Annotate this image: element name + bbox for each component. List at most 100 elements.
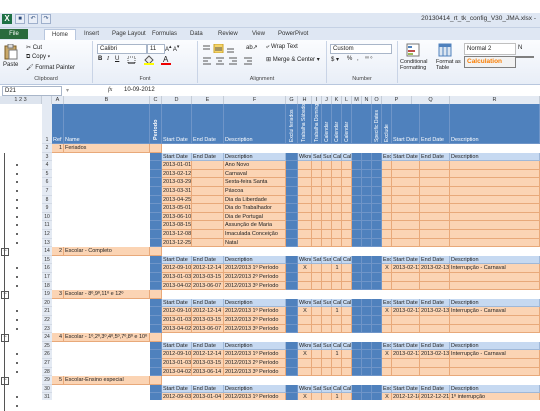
end-date-2-cell[interactable] bbox=[420, 187, 450, 196]
start-date-2-cell[interactable] bbox=[392, 178, 420, 187]
subheader-calendar-2[interactable]: Cal bbox=[342, 298, 352, 308]
periodo-band-cell[interactable] bbox=[150, 152, 162, 162]
start-date-cell[interactable]: 2012-09-03 bbox=[162, 393, 192, 400]
exclude-cell[interactable] bbox=[382, 281, 392, 291]
specific-band-cell[interactable] bbox=[372, 350, 382, 359]
periodo-band-cell[interactable] bbox=[150, 161, 162, 170]
calendar-band-cell[interactable] bbox=[352, 212, 362, 222]
subheader-end-date-2[interactable]: End Date bbox=[420, 255, 450, 265]
specific-band-cell[interactable] bbox=[372, 264, 382, 273]
sunday-cell[interactable] bbox=[322, 212, 332, 222]
sunday-cell[interactable] bbox=[322, 238, 332, 248]
calendar-band-cell[interactable] bbox=[362, 178, 372, 187]
sunday-cell[interactable] bbox=[322, 178, 332, 187]
calendar-cell[interactable] bbox=[332, 281, 342, 291]
sunday-cell[interactable] bbox=[322, 204, 332, 213]
exclude-cell[interactable] bbox=[382, 221, 392, 230]
exclude-cell[interactable]: X bbox=[382, 350, 392, 359]
feriados-band-cell[interactable] bbox=[286, 187, 298, 196]
calendar-band-cell[interactable] bbox=[362, 255, 372, 265]
saturday-cell[interactable] bbox=[312, 367, 322, 377]
end-date-cell[interactable] bbox=[192, 238, 224, 248]
calendar-cell[interactable] bbox=[342, 169, 352, 179]
feriados-band-cell[interactable] bbox=[286, 341, 298, 351]
subheader-start-date-2[interactable]: Start Date bbox=[392, 384, 420, 394]
format-painter-button[interactable]: 🖌 Format Painter bbox=[26, 64, 75, 71]
calendar-cell[interactable]: 1 bbox=[332, 264, 342, 273]
start-date-cell[interactable]: 2013-04-25 bbox=[162, 195, 192, 205]
start-date-2-cell[interactable] bbox=[392, 273, 420, 282]
subheader-sunday[interactable]: Sun bbox=[322, 341, 332, 351]
exclude-cell[interactable] bbox=[382, 324, 392, 334]
row-number[interactable]: 7 bbox=[42, 187, 52, 196]
subheader-exclude[interactable]: Exc bbox=[382, 152, 392, 162]
col-header-k[interactable]: K bbox=[332, 96, 342, 104]
subheader-end-date[interactable]: End Date bbox=[192, 152, 224, 162]
calendar-band-cell[interactable] bbox=[352, 169, 362, 179]
subheader-description[interactable]: Description bbox=[224, 384, 286, 394]
sunday-cell[interactable] bbox=[322, 221, 332, 230]
tab-review[interactable]: Review bbox=[218, 29, 238, 39]
end-date-cell[interactable] bbox=[192, 161, 224, 170]
row-number[interactable]: 17 bbox=[42, 273, 52, 282]
col-header-a[interactable]: A bbox=[52, 96, 64, 104]
calendar-cell[interactable] bbox=[332, 273, 342, 282]
calendar-band-cell[interactable] bbox=[362, 221, 372, 230]
end-date-2-cell[interactable] bbox=[420, 221, 450, 230]
calendar-cell[interactable] bbox=[342, 238, 352, 248]
end-date-cell[interactable]: 2013-06-14 bbox=[192, 367, 224, 377]
start-date-2-cell[interactable]: 2013-02-11 bbox=[392, 307, 420, 316]
weekend-cell[interactable] bbox=[298, 359, 312, 368]
calendar-cell[interactable] bbox=[342, 350, 352, 359]
description-2-cell[interactable] bbox=[450, 316, 540, 325]
end-date-2-cell[interactable] bbox=[420, 195, 450, 205]
end-date-cell[interactable] bbox=[192, 195, 224, 205]
start-date-2-cell[interactable] bbox=[392, 281, 420, 291]
calendar-cell[interactable] bbox=[332, 367, 342, 377]
comma-style-icon[interactable]: , bbox=[357, 56, 359, 62]
end-date-cell[interactable] bbox=[192, 204, 224, 213]
start-date-2-cell[interactable] bbox=[392, 161, 420, 170]
description-2-cell[interactable] bbox=[450, 367, 540, 377]
row-number[interactable]: 5 bbox=[42, 169, 52, 179]
start-date-2-cell[interactable] bbox=[392, 169, 420, 179]
calendar-band-cell[interactable] bbox=[362, 204, 372, 213]
feriados-band-cell[interactable] bbox=[286, 298, 298, 308]
subheader-end-date-2[interactable]: End Date bbox=[420, 152, 450, 162]
calendar-band-cell[interactable] bbox=[362, 238, 372, 248]
subheader-calendar-1[interactable]: Cal bbox=[332, 341, 342, 351]
subheader-start-date[interactable]: Start Date bbox=[162, 341, 192, 351]
col-header-p[interactable]: P bbox=[382, 96, 412, 104]
calendar-cell[interactable] bbox=[332, 178, 342, 187]
specific-band-cell[interactable] bbox=[372, 367, 382, 377]
row-number[interactable]: 28 bbox=[42, 367, 52, 377]
group-name-cell[interactable]: Escolar-Ensino especial bbox=[64, 376, 150, 385]
subheader-start-date[interactable]: Start Date bbox=[162, 384, 192, 394]
description-2-cell[interactable] bbox=[450, 273, 540, 282]
end-date-2-cell[interactable] bbox=[420, 324, 450, 334]
calendar-band-cell[interactable] bbox=[352, 204, 362, 213]
calendar-cell[interactable] bbox=[342, 273, 352, 282]
description-2-cell[interactable] bbox=[450, 161, 540, 170]
calendar-band-cell[interactable] bbox=[352, 152, 362, 162]
periodo-band-cell[interactable] bbox=[150, 350, 162, 359]
description-cell[interactable]: Dia do Trabalhador bbox=[224, 204, 286, 213]
calendar-band-cell[interactable] bbox=[362, 324, 372, 334]
calendar-cell[interactable] bbox=[342, 307, 352, 316]
group-fill-cell[interactable] bbox=[150, 333, 162, 342]
calendar-band-cell[interactable] bbox=[352, 367, 362, 377]
calendar-band-cell[interactable] bbox=[362, 341, 372, 351]
specific-band-cell[interactable] bbox=[372, 178, 382, 187]
saturday-cell[interactable] bbox=[312, 238, 322, 248]
calendar-cell[interactable] bbox=[332, 230, 342, 239]
specific-band-cell[interactable] bbox=[372, 161, 382, 170]
description-cell[interactable]: 2012/2013 2º Período bbox=[224, 359, 286, 368]
subheader-sunday[interactable]: Sun bbox=[322, 152, 332, 162]
description-cell[interactable]: 2012/2013 1º Período bbox=[224, 307, 286, 316]
calendar-band-cell[interactable] bbox=[352, 307, 362, 316]
feriados-band-cell[interactable] bbox=[286, 393, 298, 400]
start-date-cell[interactable]: 2013-06-10 bbox=[162, 212, 192, 222]
calendar-cell[interactable] bbox=[332, 221, 342, 230]
description-2-cell[interactable] bbox=[450, 204, 540, 213]
row-number[interactable]: 4 bbox=[42, 161, 52, 170]
